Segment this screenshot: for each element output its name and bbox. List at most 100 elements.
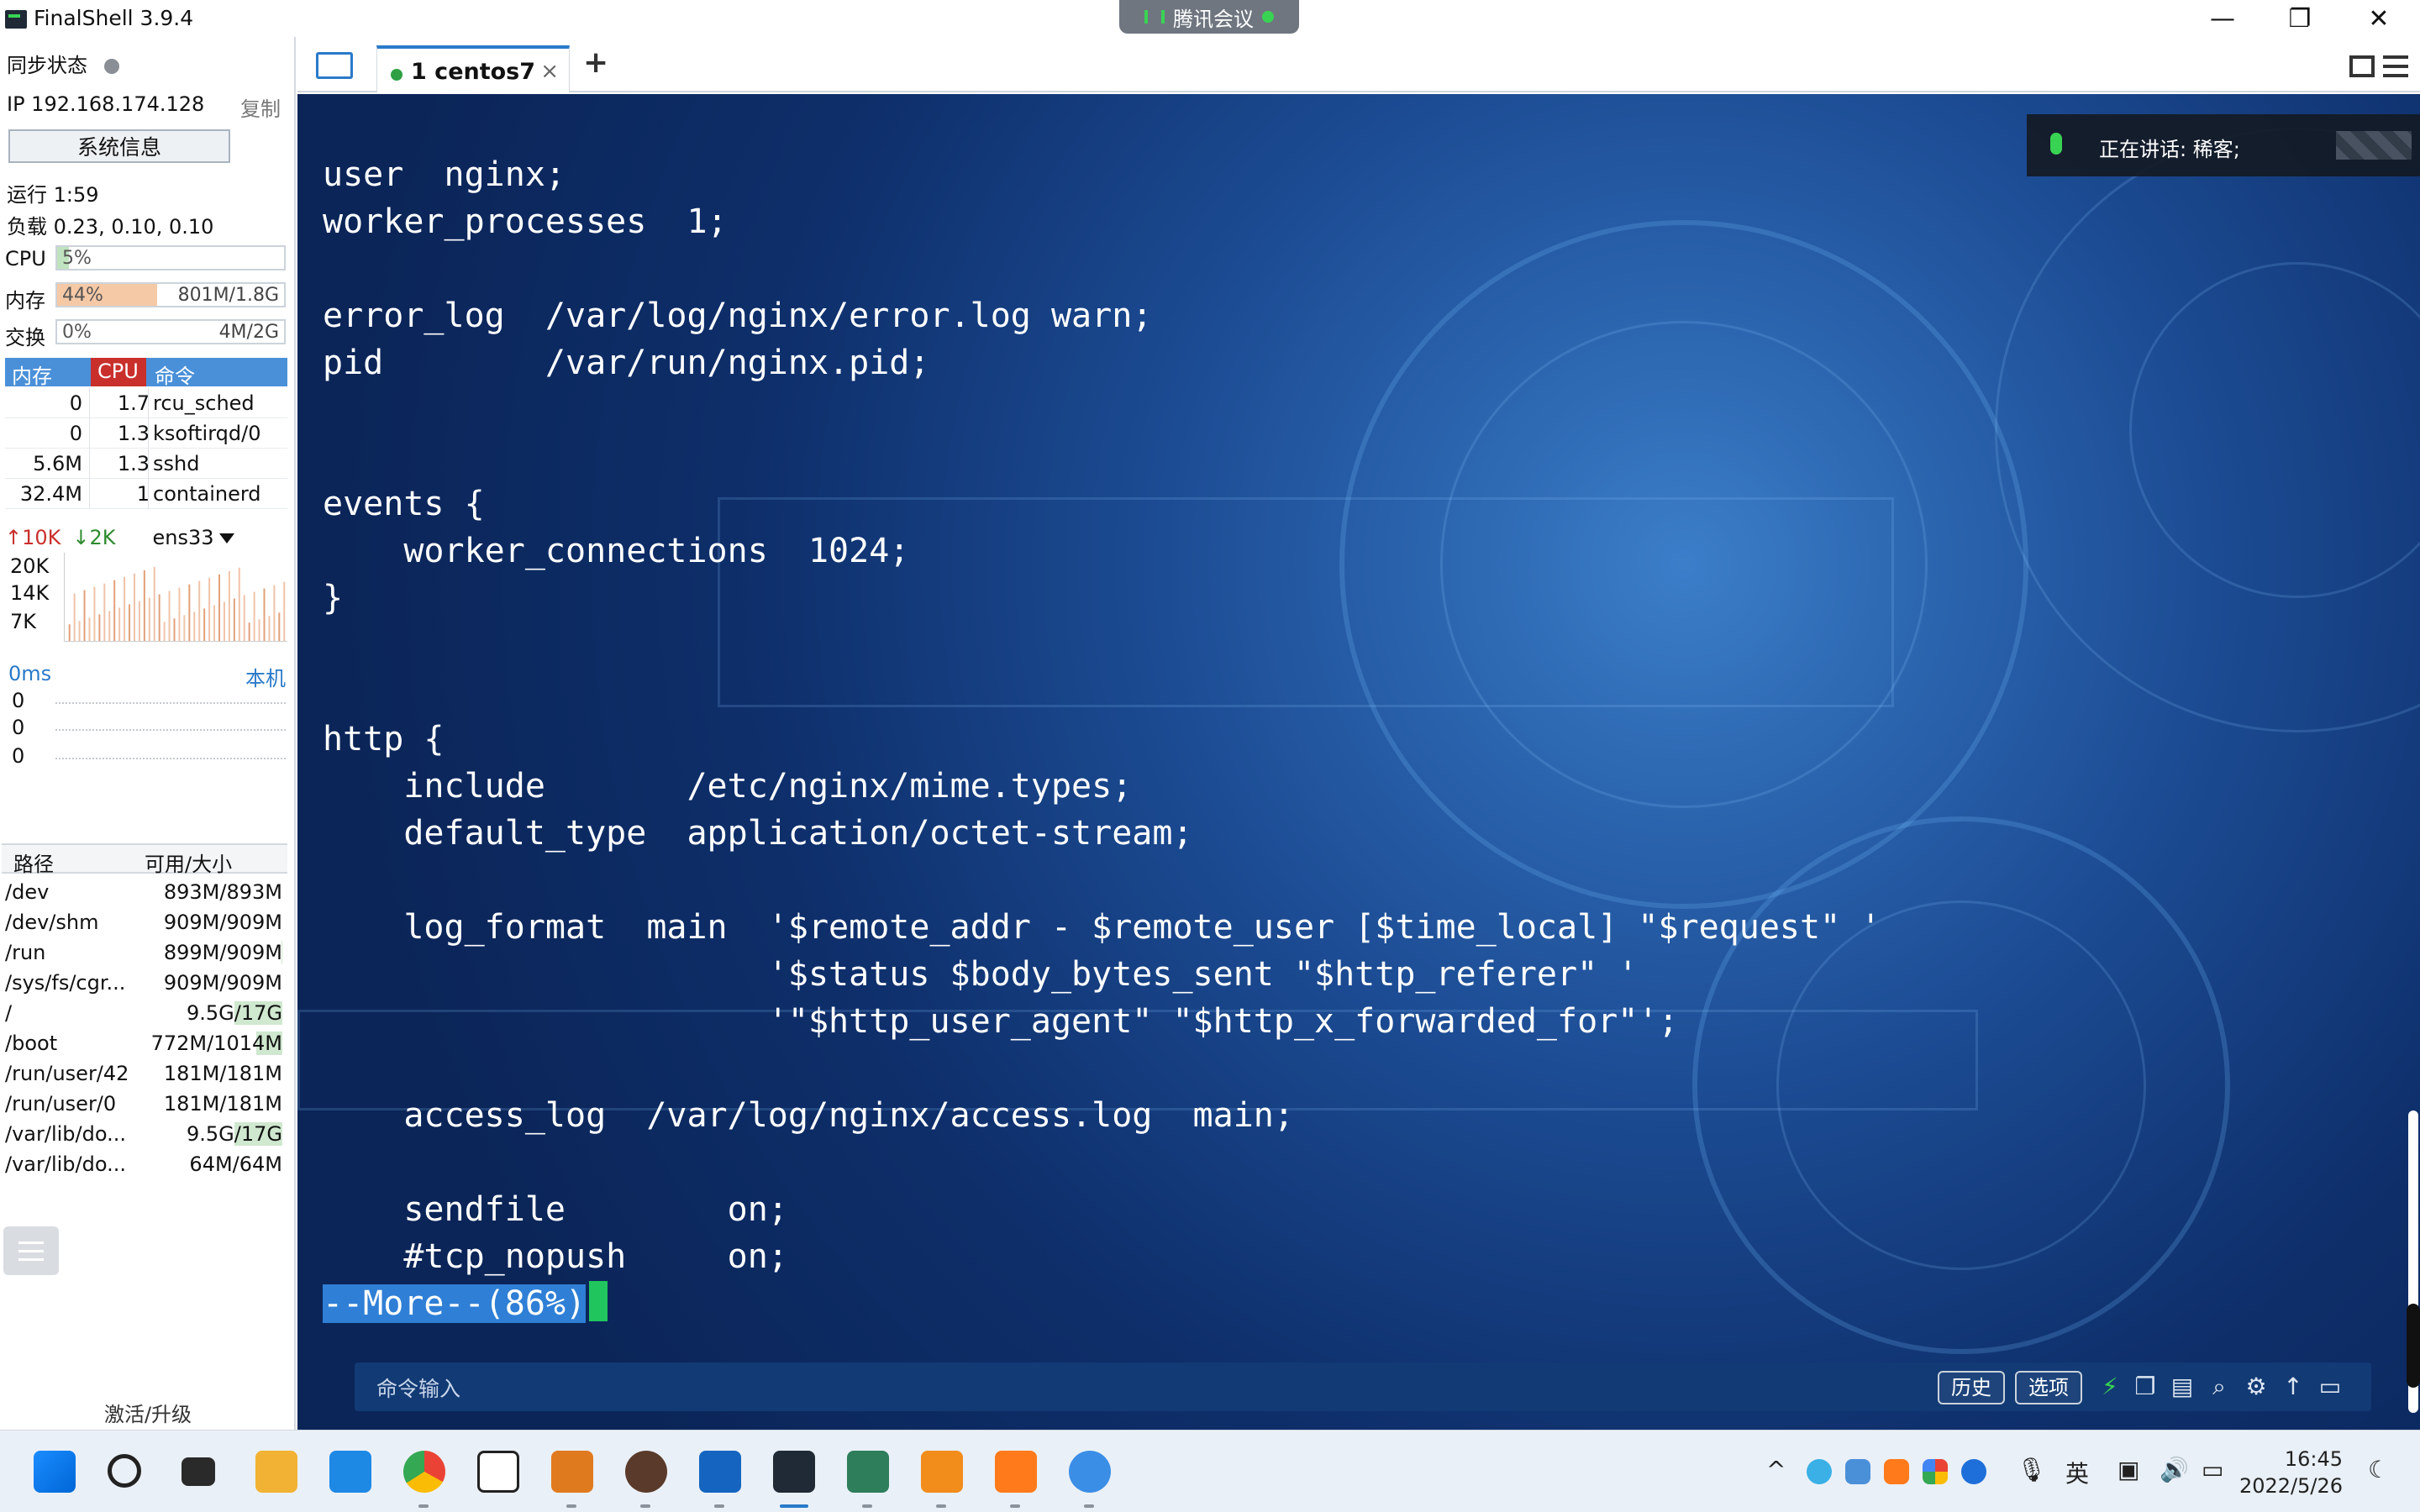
session-tab-bar: 1 centos7 × + <box>297 37 2420 92</box>
filesystem-row[interactable]: /var/lib/do... 64M/64M <box>2 1149 287 1179</box>
layout-grid-icon[interactable] <box>2349 55 2375 77</box>
minimize-button[interactable]: — <box>2185 0 2260 37</box>
col-cpu[interactable]: CPU <box>91 358 146 386</box>
col-cmd[interactable]: 命令 <box>155 360 195 389</box>
app-icon[interactable] <box>847 1451 889 1493</box>
menu-list-button[interactable] <box>3 1226 59 1275</box>
close-tab-icon[interactable]: × <box>540 59 559 84</box>
col-size[interactable]: 可用/大小 <box>145 848 232 877</box>
traffic-bar <box>208 577 211 641</box>
activate-upgrade-link[interactable]: 激活/升级 <box>0 1398 296 1427</box>
app-icon[interactable] <box>625 1451 667 1493</box>
col-mem[interactable]: 内存 <box>12 360 52 389</box>
process-cmd: sshd <box>153 452 200 475</box>
ime-indicator[interactable]: 英 <box>2065 1456 2089 1489</box>
history-button[interactable]: 历史 <box>1938 1371 2005 1404</box>
process-row[interactable]: 0 1.7 rcu_sched <box>5 388 287 418</box>
tab-centos7[interactable]: 1 centos7 × <box>376 45 570 92</box>
gear-icon[interactable]: ⚙ <box>2244 1374 2269 1399</box>
add-tab-button[interactable]: + <box>583 45 608 80</box>
copy-ip-link[interactable]: 复制 <box>240 92 281 122</box>
traffic-bar <box>113 580 116 641</box>
filesystem-row[interactable]: /run/user/42 181M/181M <box>2 1058 287 1089</box>
lightning-icon[interactable]: ⚡ <box>2097 1374 2123 1399</box>
title-bar: FinalShell 3.9.4 腾讯会议 — ❐ ✕ <box>0 0 2420 37</box>
app-icon[interactable] <box>1069 1451 1111 1493</box>
ping-value-3: 0 <box>12 744 25 768</box>
tray-app-icon[interactable] <box>1845 1459 1870 1484</box>
filesystem-row[interactable]: /dev 893M/893M <box>2 877 287 907</box>
filesystem-row[interactable]: /var/lib/do... 9.5G/17G <box>2 1119 287 1149</box>
system-info-button[interactable]: 系统信息 <box>8 129 230 163</box>
tray-app-icon[interactable] <box>1961 1459 1986 1484</box>
photos-icon[interactable] <box>699 1451 741 1493</box>
process-row[interactable]: 5.6M 1.3 sshd <box>5 449 287 479</box>
maximize-icon[interactable]: ▭ <box>2317 1374 2343 1399</box>
restore-button[interactable]: ❐ <box>2262 0 2338 37</box>
volume-icon[interactable]: 🔊 <box>2160 1456 2189 1483</box>
process-cpu: 1.3 <box>117 452 150 475</box>
terminal-output[interactable]: user nginx; worker_processes 1; error_log … <box>323 151 1881 1327</box>
taskbar-clock[interactable]: 16:45 2022/5/26 <box>2239 1446 2343 1499</box>
command-input-bar[interactable]: 命令输入 历史 选项 ⚡ ❐ ▤ ⌕ ⚙ ↑ ▭ <box>355 1362 2371 1411</box>
traffic-bar <box>183 615 186 641</box>
close-button[interactable]: ✕ <box>2341 0 2417 37</box>
search-icon[interactable]: ⌕ <box>2207 1374 2232 1399</box>
tray-app-icon[interactable] <box>1884 1459 1909 1484</box>
tray-app-icon[interactable] <box>1923 1459 1948 1484</box>
filesystem-row[interactable]: /boot 772M/1014M <box>2 1028 287 1058</box>
filesystem-row[interactable]: /run 899M/909M <box>2 937 287 968</box>
finalshell-icon[interactable] <box>773 1451 815 1493</box>
options-button[interactable]: 选项 <box>2015 1371 2082 1404</box>
hamburger-menu-icon[interactable] <box>2383 55 2408 77</box>
fs-size: 9.5G/17G <box>187 1122 282 1146</box>
traffic-bar <box>108 611 111 641</box>
sublime-icon[interactable] <box>921 1451 963 1493</box>
microphone-icon[interactable]: 🎙 <box>2017 1456 2047 1483</box>
search-icon[interactable] <box>108 1454 141 1488</box>
meeting-indicator[interactable]: 腾讯会议 <box>1119 0 1299 34</box>
terminal-scrollbar[interactable] <box>2407 94 2420 1430</box>
windows-start-icon[interactable] <box>34 1451 76 1493</box>
process-row[interactable]: 0 1.3 ksoftirqd/0 <box>5 418 287 449</box>
traffic-bar <box>283 581 286 641</box>
terminal-line: '"$http_user_agent" "$http_x_forwarded_f… <box>323 1002 1679 1041</box>
filesystem-row[interactable]: /sys/fs/cgr... 909M/909M <box>2 968 287 998</box>
battery-icon[interactable]: ▭ <box>2202 1456 2223 1483</box>
network-icon[interactable]: ▣ <box>2118 1456 2139 1483</box>
process-mem: 0 <box>69 391 82 415</box>
process-row[interactable]: 32.4M 1 containerd <box>5 479 287 509</box>
moon-icon[interactable]: ☾ <box>2368 1456 2389 1483</box>
app-icon[interactable] <box>551 1451 593 1493</box>
command-input[interactable]: 命令输入 <box>376 1373 460 1403</box>
arrow-up-icon[interactable]: ↑ <box>2281 1374 2306 1399</box>
tray-app-icon[interactable] <box>1807 1459 1832 1484</box>
typora-icon[interactable] <box>477 1451 519 1493</box>
vscode-icon[interactable] <box>329 1451 371 1493</box>
fs-path: /dev/shm <box>5 911 99 934</box>
terminal-pane[interactable]: user nginx; worker_processes 1; error_log … <box>297 94 2420 1430</box>
file-explorer-icon[interactable] <box>255 1451 297 1493</box>
running-indicator <box>418 1504 429 1508</box>
chrome-icon[interactable] <box>403 1451 445 1493</box>
filesystem-row[interactable]: /dev/shm 909M/909M <box>2 907 287 937</box>
filesystem-row[interactable]: / 9.5G/17G <box>2 998 287 1028</box>
copy-icon[interactable]: ❐ <box>2133 1374 2158 1399</box>
fs-size: 181M/181M <box>163 1062 282 1085</box>
ping-target[interactable]: 本机 <box>245 662 286 691</box>
interface-select[interactable]: ens33 <box>153 526 214 549</box>
task-view-icon[interactable] <box>182 1457 215 1486</box>
caret-down-icon[interactable] <box>218 533 234 543</box>
scroll-handle[interactable] <box>2407 1304 2420 1388</box>
filesystem-row[interactable]: /run/user/0 181M/181M <box>2 1089 287 1119</box>
terminal-line: '$status $body_bytes_sent "$http_referer… <box>323 955 1639 994</box>
speaker-thumbnail <box>2336 131 2412 160</box>
app-icon[interactable] <box>995 1451 1037 1493</box>
folder-open-icon[interactable] <box>316 52 353 79</box>
chevron-up-icon[interactable]: ^ <box>1766 1456 1786 1483</box>
terminal-line: } <box>323 579 344 617</box>
paste-icon[interactable]: ▤ <box>2170 1374 2195 1399</box>
col-path[interactable]: 路径 <box>13 848 54 877</box>
